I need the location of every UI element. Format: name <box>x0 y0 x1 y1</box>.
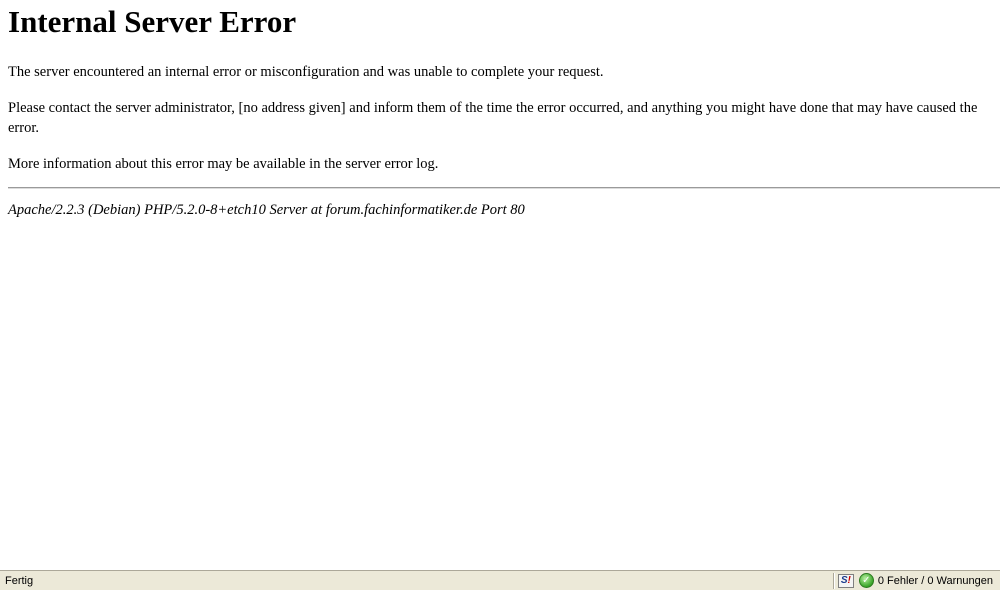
error-log-hint: More information about this error may be… <box>8 156 439 172</box>
error-description: The server encountered an internal error… <box>8 64 604 80</box>
page-title: Internal Server Error <box>8 4 297 39</box>
status-separator <box>832 572 835 589</box>
status-text: Fertig <box>5 575 34 587</box>
horizontal-rule <box>8 187 1000 189</box>
contact-admin-text-continued: error. <box>8 120 39 136</box>
status-bar: Fertig S! ✓ 0 Fehler / 0 Warnungen <box>0 570 1000 590</box>
server-signature: Apache/2.2.3 (Debian) PHP/5.2.0-8+etch10… <box>8 202 525 218</box>
status-bar-right: S! ✓ 0 Fehler / 0 Warnungen <box>832 571 1000 590</box>
contact-admin-text: Please contact the server administrator,… <box>8 100 978 116</box>
green-check-icon[interactable]: ✓ <box>858 573 874 588</box>
validator-result-text[interactable]: 0 Fehler / 0 Warnungen <box>878 574 993 588</box>
s-icon-letter: S <box>840 574 848 586</box>
s-icon-mark: ! <box>847 574 851 586</box>
s-exclaim-icon[interactable]: S! <box>837 573 854 588</box>
browser-viewport: Internal Server Error The server encount… <box>0 0 1000 570</box>
